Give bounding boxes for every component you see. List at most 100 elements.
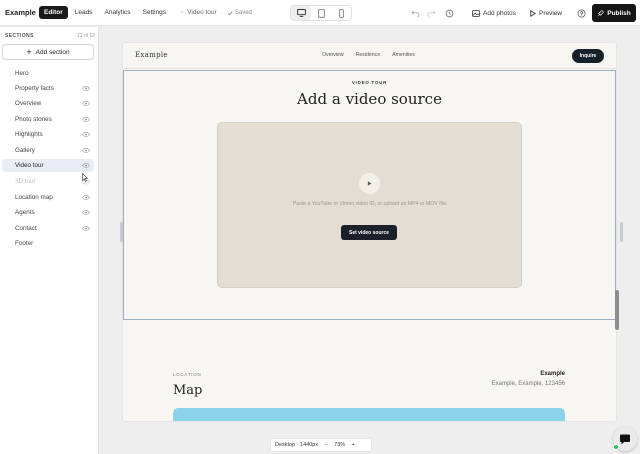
- site-nav-amenities[interactable]: Amenities: [392, 52, 415, 58]
- device-tablet-button[interactable]: [311, 6, 331, 20]
- breadcrumb-separator-icon: ›: [181, 9, 184, 16]
- undo-icon[interactable]: [410, 8, 420, 18]
- video-section-heading: Add a video source: [297, 90, 442, 108]
- eye-icon[interactable]: [82, 117, 90, 122]
- sidebar-item-hero[interactable]: Hero: [2, 67, 94, 80]
- add-section-button[interactable]: + Add section: [2, 44, 94, 60]
- redo-icon[interactable]: [426, 8, 436, 18]
- canvas-scrollbar-thumb[interactable]: [615, 290, 619, 330]
- tab-settings[interactable]: Settings: [138, 6, 172, 19]
- site-nav: Overview Residence Amenities: [322, 52, 415, 58]
- map-embed[interactable]: [173, 408, 565, 421]
- breadcrumb-dot-icon: ·: [220, 9, 223, 16]
- top-bar: Example Editor Leads Analytics Settings …: [0, 0, 640, 26]
- preview-button[interactable]: Preview: [530, 6, 562, 20]
- tab-leads[interactable]: Leads: [70, 6, 98, 19]
- breadcrumb: › Video tour · Saved: [181, 9, 252, 16]
- zoom-level: 73%: [334, 442, 346, 448]
- inquire-button[interactable]: Inquire: [572, 49, 604, 63]
- site-preview-canvas[interactable]: Example Overview Residence Amenities Inq…: [123, 43, 616, 421]
- check-icon: [227, 10, 233, 15]
- sidebar-item-location-map[interactable]: Location map: [2, 191, 94, 204]
- sidebar-item-label: 3D tour: [15, 178, 36, 185]
- eye-icon[interactable]: [82, 210, 90, 215]
- publish-label: Publish: [607, 9, 631, 17]
- map-location-address: Example, Example, 123456: [491, 381, 565, 387]
- play-icon: [367, 181, 372, 186]
- sidebar-item-label: Hero: [15, 70, 29, 77]
- site-nav-overview[interactable]: Overview: [322, 52, 344, 58]
- device-desktop-button[interactable]: [291, 6, 311, 20]
- sidebar-item-property-facts[interactable]: Property facts: [2, 82, 94, 95]
- resize-handle-right[interactable]: [620, 222, 623, 242]
- sidebar-item-label: Overview: [15, 100, 42, 107]
- resize-handle-left[interactable]: [120, 222, 123, 242]
- eye-icon[interactable]: [82, 148, 90, 153]
- publish-button[interactable]: Publish: [592, 4, 636, 22]
- sections-header: SECTIONS 11 of 12: [5, 33, 95, 39]
- sidebar-item-highlights[interactable]: Highlights: [2, 128, 94, 141]
- location-section-label: LOCATION: [173, 372, 202, 377]
- device-mobile-button[interactable]: [331, 6, 351, 20]
- eye-icon[interactable]: [82, 195, 90, 200]
- help-icon[interactable]: [576, 8, 586, 18]
- save-status: Saved: [227, 10, 252, 16]
- map-location-name: Example: [540, 371, 565, 377]
- image-icon: [472, 9, 480, 17]
- video-placeholder[interactable]: Paste a YouTube or Vimeo video ID, or up…: [217, 122, 522, 288]
- zoom-in-button[interactable]: +: [350, 442, 356, 448]
- tablet-icon: [317, 8, 325, 18]
- sidebar-item-gallery[interactable]: Gallery: [2, 144, 94, 157]
- eye-icon[interactable]: [82, 86, 90, 91]
- sidebar-item-label: Photo stories: [15, 116, 52, 123]
- device-width-label[interactable]: Desktop · 1440px: [275, 442, 318, 448]
- mobile-icon: [338, 8, 344, 18]
- chat-bubble-icon: [620, 434, 630, 444]
- video-section-label: VIDEO TOUR: [351, 80, 388, 85]
- online-status-dot: [613, 444, 619, 450]
- plus-icon: +: [26, 47, 32, 57]
- site-logo[interactable]: Example: [135, 51, 168, 59]
- site-header: Example Overview Residence Amenities Inq…: [123, 43, 616, 69]
- eye-icon[interactable]: [82, 226, 90, 231]
- sidebar-item-label: Agents: [15, 209, 35, 216]
- sidebar-item-contact[interactable]: Contact: [2, 222, 94, 235]
- sections-title: SECTIONS: [5, 33, 34, 39]
- preview-label: Preview: [539, 9, 563, 17]
- sidebar-item-label: Property facts: [15, 85, 54, 92]
- sidebar-item-label: Video tour: [15, 162, 44, 169]
- zoom-bar: Desktop · 1440px − 73% +: [270, 438, 372, 452]
- map-section-heading: Map: [173, 383, 203, 398]
- canvas-scrollbar[interactable]: [615, 43, 619, 421]
- video-hint-text: Paste a YouTube or Vimeo video ID, or up…: [292, 201, 448, 207]
- sidebar-item-agents[interactable]: Agents: [2, 206, 94, 219]
- sidebar-item-3d-tour[interactable]: 3D tour: [2, 175, 94, 188]
- set-video-source-button[interactable]: Set video source: [341, 225, 397, 240]
- add-photos-label: Add photos: [483, 9, 516, 17]
- sidebar-item-video-tour[interactable]: Video tour: [2, 159, 94, 172]
- breadcrumb-current: Video tour: [187, 9, 217, 16]
- device-switcher: [290, 5, 352, 21]
- sidebar-item-label: Contact: [15, 225, 37, 232]
- sidebar-item-photo-stories[interactable]: Photo stories: [2, 113, 94, 126]
- sections-count: 11 of 12: [77, 33, 95, 39]
- history-icon[interactable]: [444, 8, 454, 18]
- sidebar-item-label: Footer: [15, 240, 34, 247]
- eye-icon[interactable]: [82, 132, 90, 137]
- tab-analytics[interactable]: Analytics: [100, 6, 136, 19]
- tab-editor[interactable]: Editor: [39, 6, 68, 19]
- sidebar-item-label: Location map: [15, 194, 53, 201]
- saved-label: Saved: [234, 9, 252, 16]
- app-brand: Example: [5, 8, 36, 17]
- rocket-icon: [598, 9, 604, 16]
- zoom-out-button[interactable]: −: [323, 442, 329, 448]
- play-button[interactable]: [359, 173, 380, 194]
- sidebar-item-label: Gallery: [15, 147, 35, 154]
- site-nav-residence[interactable]: Residence: [356, 52, 381, 58]
- eye-icon[interactable]: [82, 163, 90, 168]
- sidebar-item-overview[interactable]: Overview: [2, 97, 94, 110]
- add-photos-button[interactable]: Add photos: [472, 6, 516, 20]
- sidebar-item-footer[interactable]: Footer: [2, 237, 94, 250]
- play-icon: [530, 9, 536, 17]
- eye-icon[interactable]: [82, 101, 90, 106]
